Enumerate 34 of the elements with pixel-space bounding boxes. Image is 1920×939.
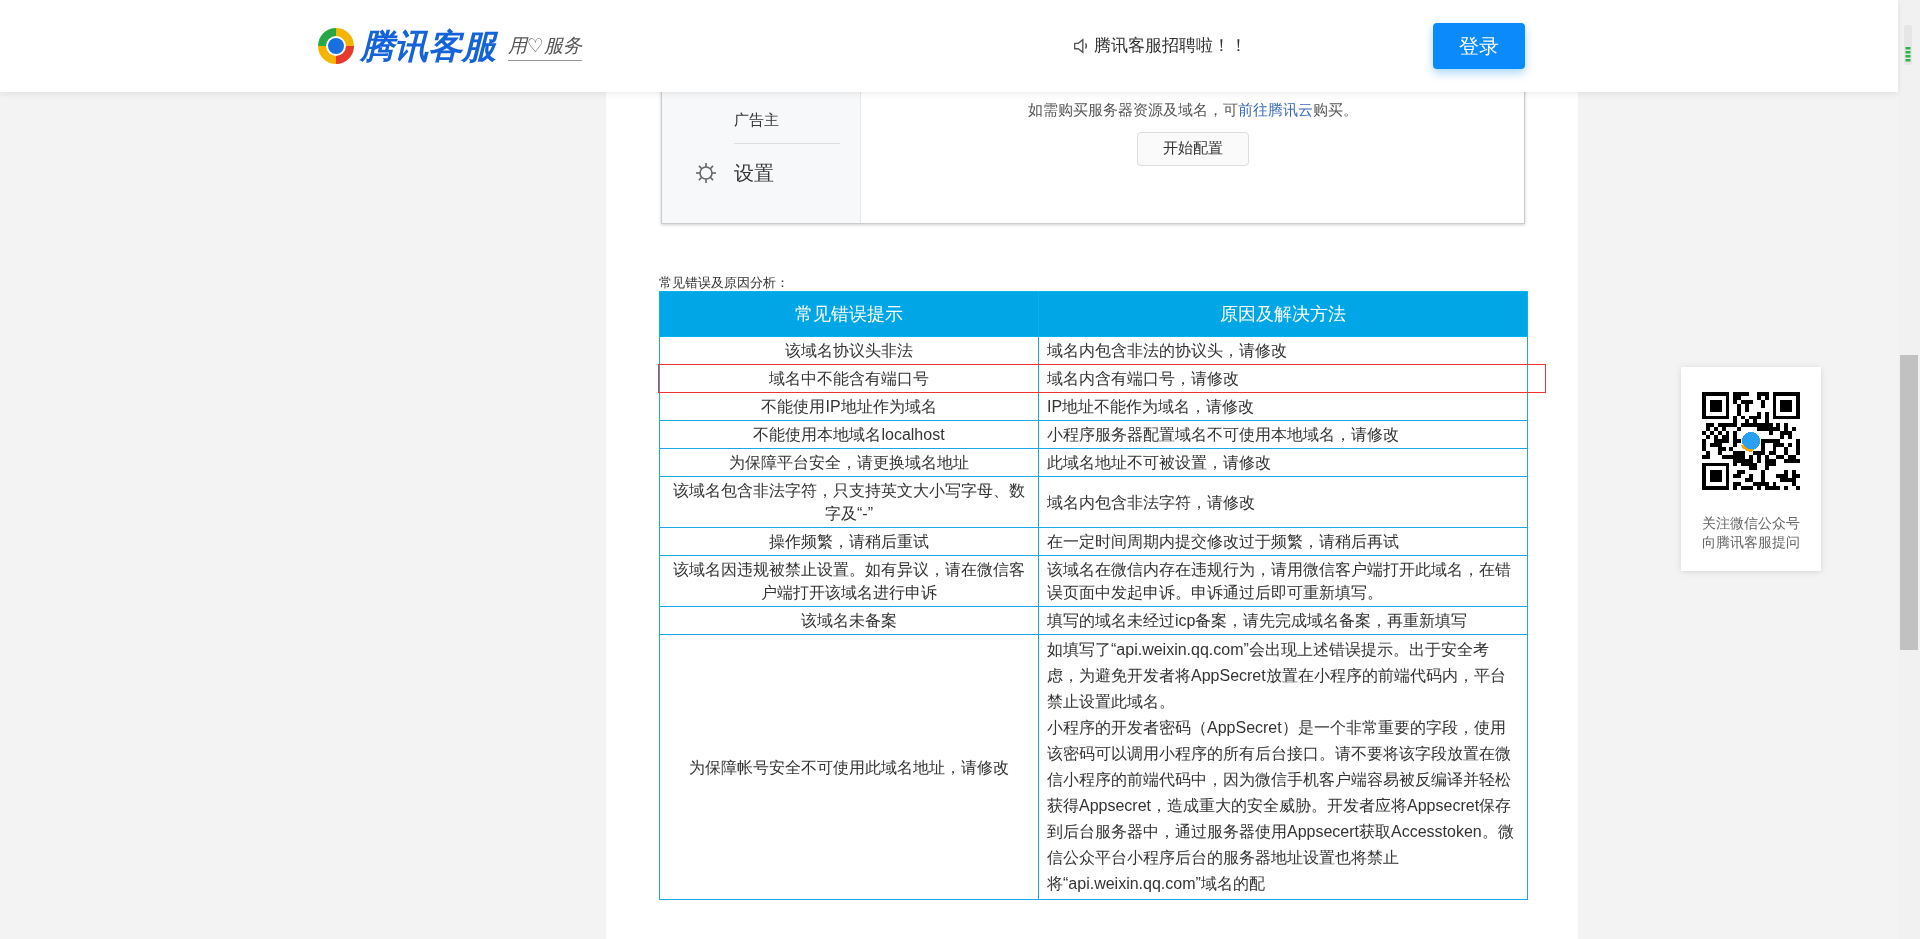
table-cell: 域名内包含非法字符，请修改 <box>1038 476 1528 528</box>
purchase-hint: 如需购买服务器资源及域名，可前往腾讯云购买。 <box>1027 100 1358 120</box>
table-cell: 小程序服务器配置域名不可使用本地域名，请修改 <box>1038 420 1528 449</box>
table-cell: 该域名协议头非法 <box>659 336 1039 365</box>
signal-icon <box>1904 24 1912 66</box>
table-cell: 在一定时间周期内提交修改过于频繁，请稍后再试 <box>1038 527 1528 556</box>
table-cell: 为保障平台安全，请更换域名地址 <box>659 448 1039 477</box>
table-cell: 该域名因违规被禁止设置。如有异议，请在微信客户端打开该域名进行申诉 <box>659 555 1039 607</box>
recruit-notice[interactable]: 腾讯客服招聘啦！！ <box>1094 33 1248 59</box>
table-cell: 填写的域名未经过icp备案，请先完成域名备案，再重新填写 <box>1038 606 1528 635</box>
table-cell: 操作频繁，请稍后重试 <box>659 527 1039 556</box>
sidebar-item[interactable]: 广告主 <box>734 109 860 137</box>
column-header: 常见错误提示 <box>659 291 1039 337</box>
table-cell: 此域名地址不可被设置，请修改 <box>1038 448 1528 477</box>
settings-icon[interactable] <box>694 161 718 185</box>
table-cell: 该域名未备案 <box>659 606 1039 635</box>
column-header: 原因及解决方法 <box>1038 291 1528 337</box>
settings-label[interactable]: 设置 <box>734 158 774 188</box>
qr-caption: 关注微信公众号 <box>1702 514 1800 533</box>
cell-paragraph: 小程序的开发者密码（AppSecret）是一个非常重要的字段，使用该密码可以调用小程序的所有后台接口。请不要将该字段放置在微信小程序的前端代码中，因为微信手机客户端容易被反编译并轻松获得Appsecret，造成重大的安全威胁。开发者应将Appsecret保存到后台服务器中，通过服务器使用Appsecert获取Accesstoken。微信公众平台小程序后台的服务器地址设置也将禁止将“api.weixin.qq.com”域名的配 <box>1047 718 1515 894</box>
start-config-button[interactable]: 开始配置 <box>1136 131 1249 166</box>
cell-paragraph: 如填写了“api.weixin.qq.com”会出现上述错误提示。出于安全考虑，为避免开发者将AppSecret放置在小程序的前端代码内，平台禁止设置此域名。 <box>1047 640 1507 712</box>
brand-name: 腾讯客服 <box>360 29 496 63</box>
table-cell: 该域名包含非法字符，只支持英文大小写字母、数字及“-” <box>659 476 1039 528</box>
logo-icon <box>316 26 356 66</box>
table-cell: 该域名在微信内存在违规行为，请用微信客户端打开此域名，在错误页面中发起申诉。申诉通过后即可重新填写。 <box>1038 555 1528 607</box>
slogan: 用♡服务 <box>508 31 583 61</box>
table-caption: 常见错误及原因分析： <box>659 274 790 291</box>
qr-caption: 向腾讯客服提问 <box>1702 533 1800 552</box>
table-cell: 不能使用本地域名localhost <box>659 420 1039 449</box>
table-cell: IP地址不能作为域名，请修改 <box>1038 392 1528 421</box>
table-cell: 域名中不能含有端口号 <box>659 364 1039 393</box>
table-cell: 为保障帐号安全不可使用此域名地址，请修改 <box>659 634 1039 900</box>
table-cell: 不能使用IP地址作为域名 <box>659 392 1039 421</box>
